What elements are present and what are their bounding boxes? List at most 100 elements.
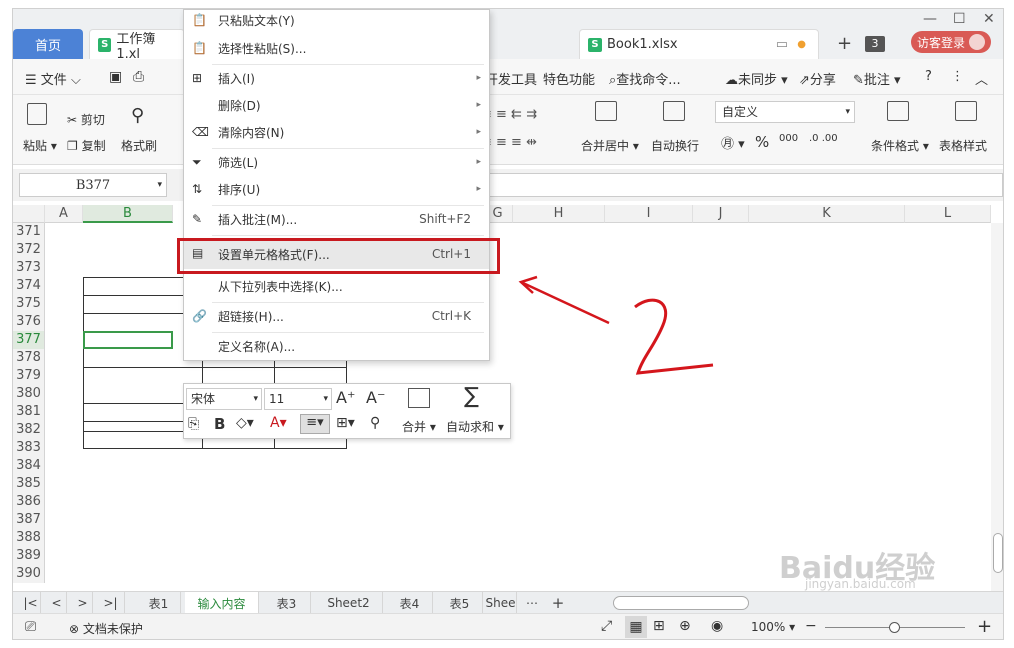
sheet-tab-active[interactable]: 输入内容 [185,592,259,614]
font-color-icon[interactable]: A▾ [270,415,287,431]
collapse-ribbon-icon[interactable]: ︿ [975,69,988,88]
share-button[interactable]: ⇗分享 [799,69,836,88]
row-header[interactable]: 374 [13,277,45,295]
align-center-icon[interactable]: ≡▾ [300,414,330,434]
row-header[interactable]: 390 [13,565,45,583]
row-header[interactable]: 383 [13,439,45,457]
row-header[interactable]: 378 [13,349,45,367]
merge-center-icon[interactable] [595,101,617,124]
fill-color-icon[interactable]: ◇▾ [236,415,254,431]
row-header[interactable]: 381 [13,403,45,421]
row-header[interactable]: 376 [13,313,45,331]
menu-dev-tools[interactable]: 开发工具 [485,69,537,88]
wrap-text-icon[interactable] [663,101,685,124]
merge-icon[interactable] [408,388,430,408]
row-header[interactable]: 384 [13,457,45,475]
page-break-view-icon[interactable]: ⊞ [653,618,665,634]
table-style-icon[interactable] [955,101,977,124]
currency-icon[interactable]: ㊊ ▾ [721,133,745,152]
table-style-button[interactable]: 表格样式 [939,137,987,154]
menu-item-sort[interactable]: ⇅ 排序(U) ▸ [184,175,489,203]
scroll-thumb[interactable] [993,533,1003,573]
number-format-select[interactable]: 自定义 ▾ [715,101,855,123]
formula-input[interactable] [473,173,1003,197]
tab-home[interactable]: 首页 [13,29,83,59]
bold-button[interactable]: B [214,415,225,433]
row-header[interactable]: 371 [13,223,45,241]
font-size-select[interactable]: 11 ▾ [264,388,332,410]
row-header[interactable]: 379 [13,367,45,385]
column-header[interactable]: K [749,205,905,223]
menu-item-insert-comment[interactable]: ✎ 插入批注(M)... Shift+F2 [184,205,489,233]
autosum-button[interactable]: 自动求和 ▾ [446,418,504,435]
help-button[interactable]: ? [925,69,932,84]
font-grow-icon[interactable]: A⁺ [336,388,355,407]
menu-item-insert[interactable]: ⊞ 插入(I) ▸ [184,64,489,92]
row-header[interactable]: 380 [13,385,45,403]
fullscreen-icon[interactable]: ⤢ [601,618,612,634]
sheet-tab[interactable]: 表5 [437,592,483,614]
column-header[interactable]: J [693,205,749,223]
tab-book1[interactable]: S Book1.xlsx ▭ ● [579,29,819,59]
merge-center-button[interactable]: 合并居中 ▾ [581,137,639,154]
paste-icon[interactable] [27,103,47,128]
last-sheet-icon[interactable]: >| [97,592,125,614]
tab-workbook1[interactable]: S 工作簿1.xl [89,29,185,62]
zoom-out-icon[interactable]: − [805,618,817,634]
protect-status[interactable]: ⊗ 文档未保护 [69,620,143,637]
new-tab-icon[interactable]: + [837,33,852,54]
close-icon[interactable]: ✕ [983,11,995,27]
select-all-corner[interactable] [13,205,45,223]
zoom-slider-handle[interactable] [889,622,900,633]
export-icon[interactable]: ⎙ [133,69,144,85]
row-header[interactable]: 388 [13,529,45,547]
menu-item-paste-text[interactable]: 📋 只粘贴文本(Y) [184,9,489,34]
menu-special[interactable]: 特色功能 [543,69,595,88]
row-header[interactable]: 375 [13,295,45,313]
sheet-tab[interactable]: 表4 [387,592,433,614]
format-painter-button[interactable]: 格式刷 [121,137,157,154]
column-header[interactable]: I [605,205,693,223]
row-header[interactable]: 386 [13,493,45,511]
format-painter-icon[interactable]: ⚲ [131,105,144,126]
conditional-format-button[interactable]: 条件格式 ▾ [871,137,929,154]
guest-login-button[interactable]: 访客登录 [911,31,991,53]
tab-count-badge[interactable]: 3 [865,36,885,52]
sheet-tab[interactable]: Sheet2 [315,592,383,614]
menu-item-delete[interactable]: 删除(D) ▸ [184,91,489,119]
column-header[interactable]: B [83,205,173,223]
font-shrink-icon[interactable]: A⁻ [366,388,385,407]
more-sheets-icon[interactable]: ⋯ [521,592,543,614]
percent-button[interactable]: % [755,133,769,151]
file-menu[interactable]: ☰ 文件 ⌵ [25,69,81,88]
conditional-format-icon[interactable] [887,101,909,124]
row-header[interactable]: 382 [13,421,45,439]
maximize-icon[interactable]: ☐ [953,11,966,27]
save-icon[interactable]: ▣ [109,69,122,85]
format-icon[interactable]: ⎘ [188,416,199,432]
row-header[interactable]: 373 [13,259,45,277]
comment-button[interactable]: ✎批注 ▾ [853,69,901,88]
active-cell[interactable] [83,331,173,349]
merge-button[interactable]: 合并 ▾ [402,418,436,435]
row-header[interactable]: 389 [13,547,45,565]
row-header[interactable]: 385 [13,475,45,493]
thousands-icon[interactable]: 000 [779,133,798,144]
sheet-tab[interactable]: 表1 [137,592,181,614]
menu-item-define-name[interactable]: 定义名称(A)... [184,332,489,360]
sheet-tab[interactable]: Shee [485,592,517,614]
borders-icon[interactable]: ⊞▾ [336,415,355,431]
minimize-icon[interactable]: — [923,11,937,27]
menu-item-filter[interactable]: ⏷ 筛选(L) ▸ [184,148,489,176]
pin-icon[interactable]: ▭ [776,37,788,52]
copy-button[interactable]: ❐ 复制 [67,137,106,154]
eye-protect-icon[interactable]: ◉ [711,618,723,634]
column-header[interactable]: H [513,205,605,223]
cut-button[interactable]: ✂ 剪切 [67,111,105,128]
decimal-increase-icon[interactable]: .0 .00 [809,133,838,144]
prev-sheet-icon[interactable]: < [47,592,67,614]
zoom-in-icon[interactable]: + [977,616,992,637]
menu-item-clear[interactable]: ⌫ 清除内容(N) ▸ [184,118,489,146]
row-header[interactable]: 387 [13,511,45,529]
column-header[interactable]: A [45,205,83,223]
